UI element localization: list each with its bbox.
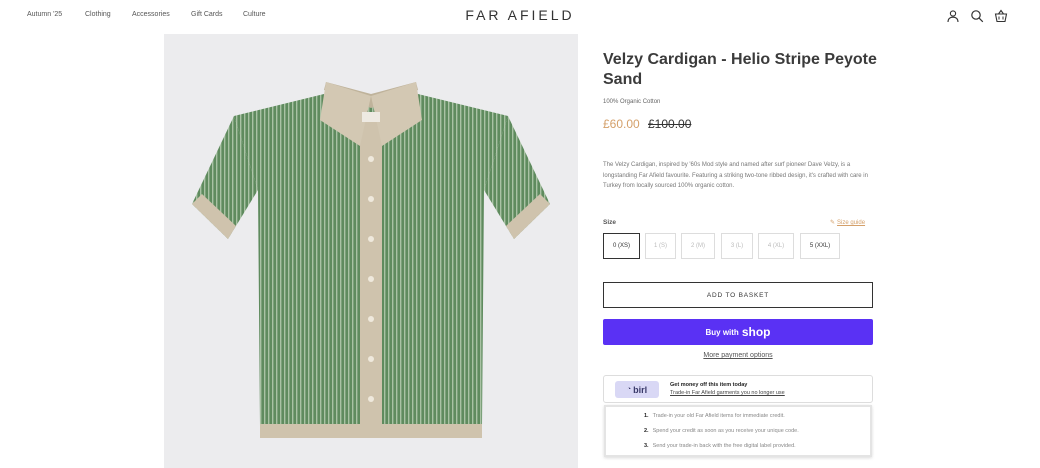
- step-text: Spend your credit as soon as you receive…: [652, 428, 799, 434]
- step-number: 2.: [644, 428, 649, 434]
- product-title: Velzy Cardigan - Helio Stripe Peyote San…: [603, 51, 877, 88]
- size-option-0-xs[interactable]: 0 (XS): [603, 233, 640, 259]
- size-guide-label: Size guide: [837, 220, 866, 226]
- trade-in-step: 1. Trade-in your old Far Afield items for…: [644, 413, 785, 419]
- product-material: 100% Organic Cotton: [603, 99, 661, 105]
- site-header: Autumn '25 Clothing Accessories Gift Car…: [0, 0, 1040, 34]
- trade-in-steps-popup: 1. Trade-in your old Far Afield items for…: [604, 405, 872, 457]
- step-number: 3.: [644, 443, 649, 449]
- pencil-icon: ✎: [830, 220, 836, 226]
- shop-logo: shop: [741, 325, 771, 339]
- step-text: Trade-in your old Far Afield items for i…: [652, 413, 785, 419]
- trade-in-step: 2. Spend your credit as soon as you recei…: [644, 428, 799, 434]
- more-payment-options-link[interactable]: More payment options: [603, 352, 873, 359]
- size-label: Size: [603, 219, 617, 226]
- birl-logo-text: birl: [633, 384, 648, 395]
- birl-logo: ◔ birl: [615, 381, 659, 398]
- search-icon[interactable]: [970, 9, 984, 23]
- step-text: Send your trade-in back with the free di…: [652, 443, 796, 449]
- size-option-1-s[interactable]: 1 (S): [645, 233, 676, 259]
- size-option-4-xl[interactable]: 4 (XL): [758, 233, 794, 259]
- add-to-basket-button[interactable]: ADD TO BASKET: [603, 282, 873, 308]
- product-image[interactable]: [164, 34, 578, 468]
- compare-price: £100.00: [648, 117, 692, 131]
- size-option-2-m[interactable]: 2 (M): [681, 233, 715, 259]
- basket-icon[interactable]: [994, 9, 1008, 23]
- trade-in-link[interactable]: Trade-in Far Afield garments you no long…: [670, 390, 785, 396]
- brand-logo[interactable]: FAR AFIELD: [0, 7, 1040, 23]
- size-option-3-l[interactable]: 3 (L): [721, 233, 753, 259]
- trade-in-banner[interactable]: ◔ birl Get money off this item today Trad…: [603, 375, 873, 403]
- size-option-5-xxl[interactable]: 5 (XXL): [800, 233, 840, 259]
- account-icon[interactable]: [946, 9, 960, 23]
- step-number: 1.: [644, 413, 649, 419]
- shop-pay-button[interactable]: Buy with shop: [603, 319, 873, 345]
- trade-in-headline: Get money off this item today: [670, 382, 748, 388]
- product-description: The Velzy Cardigan, inspired by '60s Mod…: [603, 162, 868, 189]
- birl-mark-icon: ◔: [626, 386, 632, 393]
- trade-in-step: 3. Send your trade-in back with the free …: [644, 443, 796, 449]
- buy-with-label: Buy with: [705, 327, 739, 337]
- sale-price: £60.00: [603, 117, 640, 131]
- size-guide-link[interactable]: ✎ Size guide: [830, 219, 865, 226]
